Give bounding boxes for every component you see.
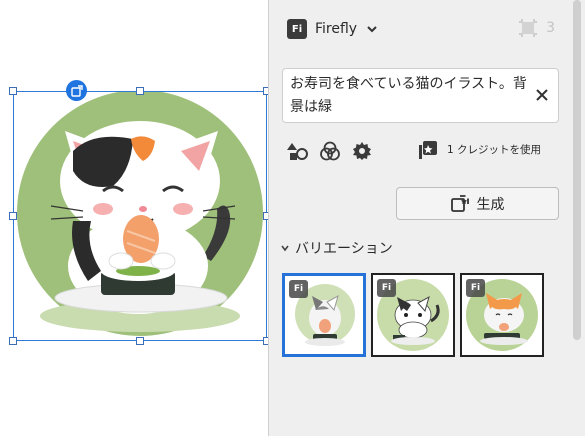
content-type-button[interactable] — [287, 140, 309, 162]
firefly-badge: Fi — [377, 279, 396, 297]
generative-fill-badge-icon[interactable] — [66, 80, 87, 101]
resize-handle-bottom-left[interactable] — [9, 337, 17, 345]
variations-label: バリエーション — [295, 241, 393, 257]
firefly-badge: Fi — [466, 279, 485, 297]
chevron-down-icon — [281, 245, 289, 252]
firefly-logo: Fi — [287, 19, 307, 39]
settings-button[interactable] — [351, 140, 373, 162]
canvas[interactable] — [0, 0, 271, 436]
scrollbar-thumb[interactable] — [573, 0, 581, 340]
layer-count-indicator: 3 — [518, 18, 555, 38]
resize-handle-middle-left[interactable] — [9, 212, 17, 220]
variation-thumbnail-2[interactable]: Fi — [371, 273, 455, 357]
color-circles-icon — [320, 141, 340, 161]
variation-thumbnail-3[interactable]: Fi — [460, 273, 544, 357]
firefly-badge: Fi — [289, 280, 308, 298]
firefly-panel: Fi Firefly 3 お寿司を食べている猫のイラスト。背景は緑 1 クレジッ… — [268, 0, 585, 436]
generation-options-toolbar — [287, 140, 373, 162]
app-name: Firefly — [315, 21, 358, 37]
generate-label: 生成 — [476, 196, 505, 213]
variation-thumbnail-1[interactable]: Fi — [282, 273, 366, 357]
layer-count: 3 — [546, 20, 555, 36]
variations-thumbnails: Fi Fi Fi — [282, 273, 544, 357]
clear-prompt-button[interactable] — [534, 87, 550, 103]
shapes-icon — [287, 143, 308, 160]
credit-usage: 1 クレジットを使用 — [417, 138, 541, 160]
resize-handle-bottom-middle[interactable] — [136, 337, 144, 345]
credit-text: 1 クレジットを使用 — [447, 143, 542, 156]
panel-scrollbar[interactable] — [573, 0, 581, 340]
resize-handle-top-left[interactable] — [9, 87, 17, 95]
chevron-down-icon[interactable] — [365, 22, 379, 36]
close-icon — [536, 89, 548, 101]
cat-sushi-artwork[interactable] — [13, 91, 267, 341]
panel-header[interactable]: Fi Firefly — [287, 17, 379, 41]
generate-button[interactable]: 生成 — [396, 187, 559, 220]
generate-icon — [450, 194, 469, 212]
style-effects-button[interactable] — [319, 140, 341, 162]
prompt-input[interactable]: お寿司を食べている猫のイラスト。背景は緑 — [282, 68, 559, 123]
gear-icon — [353, 142, 371, 160]
resize-handle-top-middle[interactable] — [136, 87, 144, 95]
credit-icon — [419, 141, 437, 159]
prompt-text: お寿司を食べている猫のイラスト。背景は緑 — [290, 76, 527, 115]
variations-section-toggle[interactable]: バリエーション — [280, 238, 393, 258]
artboard-icon — [519, 19, 538, 37]
